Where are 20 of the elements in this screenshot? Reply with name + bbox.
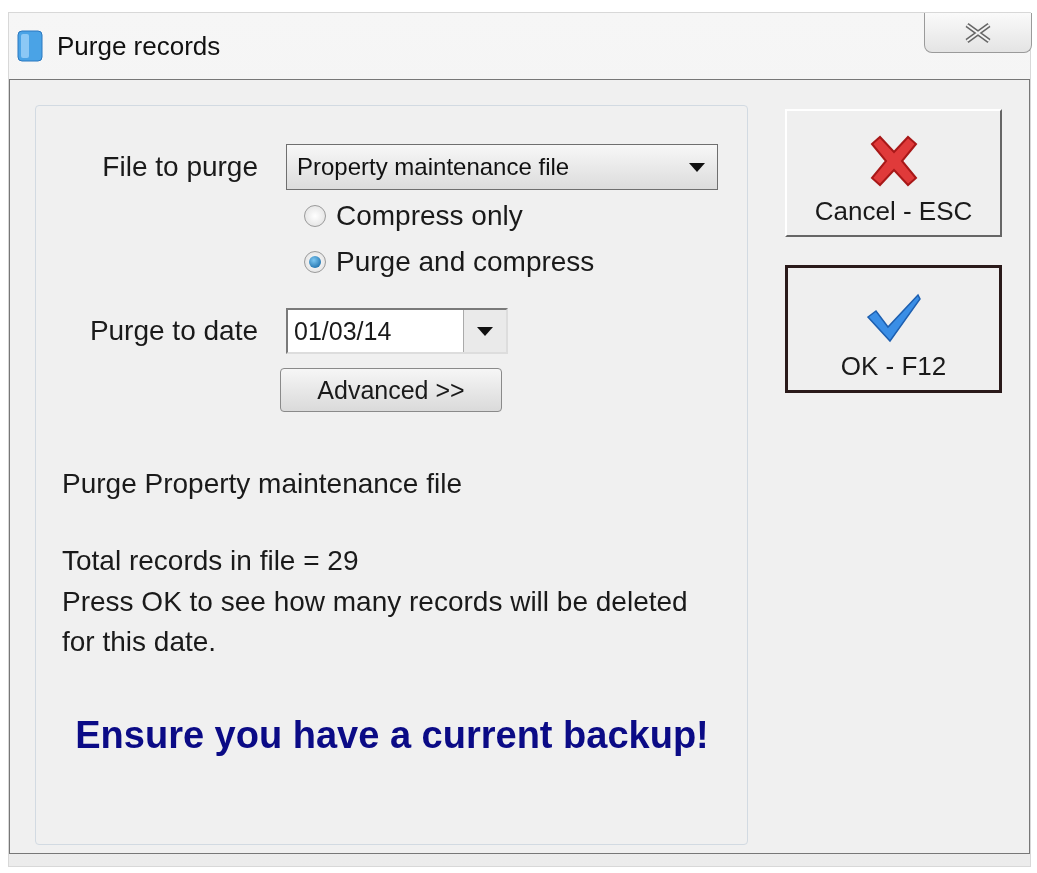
dropdown-arrow-icon: [477, 326, 493, 336]
field-label: File to purge: [101, 151, 259, 183]
advanced-button[interactable]: Advanced >>: [280, 368, 502, 412]
ok-button[interactable]: OK - F12: [785, 265, 1002, 393]
file-dropdown[interactable]: Property maintenance file: [286, 144, 718, 190]
radio-option[interactable]: Compress only: [304, 200, 747, 232]
cancel-button[interactable]: Cancel - ESC: [785, 109, 1002, 237]
close-button[interactable]: [924, 13, 1032, 53]
window-title: Purge records: [57, 30, 221, 62]
info-text: Press OK to see how many records will be deleted for this date.: [62, 584, 689, 660]
radio-option[interactable]: Purge and compress: [304, 246, 747, 278]
info-text: Total records in file = 29: [62, 544, 360, 579]
date-field[interactable]: 01/03/14: [286, 308, 508, 354]
field-label: Purge to date: [88, 315, 259, 347]
info-title: Purge Property maintenance file: [62, 467, 463, 501]
checkmark-icon: [865, 293, 922, 343]
close-icon: [964, 21, 992, 44]
app-icon: [17, 30, 43, 62]
dropdown-arrow-icon: [689, 162, 705, 172]
warning-text: Ensure you have a current backup!: [74, 712, 710, 758]
